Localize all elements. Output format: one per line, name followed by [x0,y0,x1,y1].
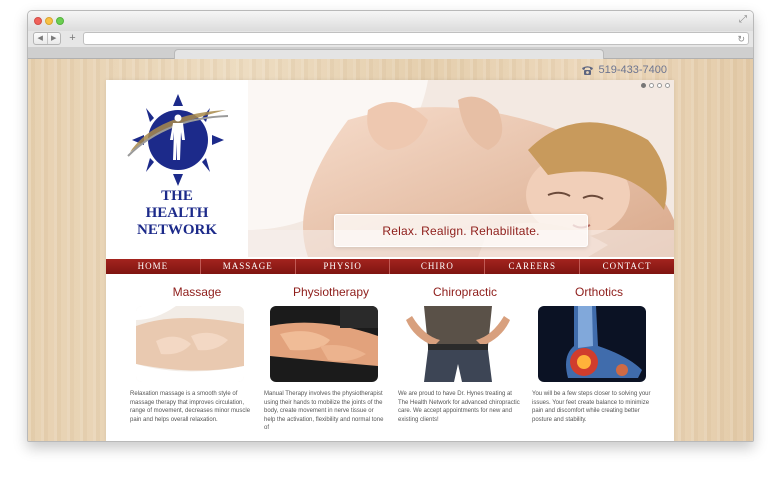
service-image-orthotics[interactable] [538,306,646,382]
nav-chiro[interactable]: CHIRO [389,259,484,274]
service-image-chiropractic[interactable] [404,306,512,382]
phone-number[interactable]: 519-433-7400 [581,64,667,76]
browser-toolbar: ◀ ▶ + ↻ [28,31,753,47]
title-bar: ⤢ [28,11,753,31]
services-section: Massage Relaxation massage is a smooth s… [106,284,674,441]
slide-dot-1[interactable] [641,83,646,88]
page-viewport: 519-433-7400 THE HEALTH NETWORK Relax. R… [28,59,753,441]
hero-caption: Relax. Realign. Rehabilitate. [334,214,588,247]
nav-home[interactable]: HOME [106,259,200,274]
reload-icon[interactable]: ↻ [737,33,745,45]
address-bar[interactable]: ↻ [83,32,749,45]
nav-massage[interactable]: MASSAGE [199,259,295,274]
back-button[interactable]: ◀ [34,33,47,44]
service-description-chiropractic: We are proud to have Dr. Hynes treating … [398,391,520,423]
service-orthotics: Orthotics You will be a few steps closer… [532,284,666,441]
service-description-orthotics: You will be a few steps closer to solvin… [532,391,651,423]
slide-dot-3[interactable] [657,83,662,88]
main-navigation: HOME MASSAGE PHYSIO CHIRO CAREERS CONTAC… [106,259,674,274]
nav-physio[interactable]: PHYSIO [294,259,390,274]
service-chiropractic: Chiropractic We are proud to have Dr. Hy… [398,284,532,441]
logo-wordmark: THE HEALTH NETWORK [106,188,248,239]
service-title-chiropractic[interactable]: Chiropractic [398,284,532,300]
browser-window: ⤢ ◀ ▶ + ↻ 519-433-7400 THE HEALTH NETWOR… [27,10,754,442]
service-title-massage[interactable]: Massage [130,284,264,300]
telephone-icon [582,65,594,75]
logo-line-2: HEALTH [145,205,209,221]
logo-line-1: THE [161,188,193,204]
service-image-massage[interactable] [136,306,244,382]
logo[interactable]: THE HEALTH NETWORK [106,80,248,257]
nav-contact[interactable]: CONTACT [579,259,674,274]
slide-indicators [641,83,670,88]
health-network-logo-icon [127,94,229,186]
slide-dot-2[interactable] [649,83,654,88]
hero-tagline: Relax. Realign. Rehabilitate. [382,223,540,238]
zoom-window-button[interactable] [56,17,64,25]
browser-tab[interactable] [174,49,604,59]
forward-button[interactable]: ▶ [46,33,61,44]
nav-careers[interactable]: CAREERS [484,259,579,274]
website: THE HEALTH NETWORK Relax. Realign. Rehab… [106,80,674,441]
phone-number-text: 519-433-7400 [598,64,667,76]
service-image-physiotherapy[interactable] [270,306,378,382]
hero-slideshow[interactable]: Relax. Realign. Rehabilitate. [248,80,674,257]
slide-dot-4[interactable] [665,83,670,88]
service-title-orthotics[interactable]: Orthotics [532,284,666,300]
service-title-physiotherapy[interactable]: Physiotherapy [264,284,398,300]
new-tab-button[interactable]: + [66,32,79,45]
service-physiotherapy: Physiotherapy Manual Therapy involves th… [264,284,398,441]
minimize-window-button[interactable] [45,17,53,25]
service-massage: Massage Relaxation massage is a smooth s… [130,284,264,441]
tab-strip [28,47,753,59]
history-nav: ◀ ▶ [33,32,61,45]
logo-line-3: NETWORK [136,222,217,238]
fullscreen-icon[interactable]: ⤢ [739,14,747,26]
service-description-physiotherapy: Manual Therapy involves the physiotherap… [264,391,384,432]
close-window-button[interactable] [34,17,42,25]
service-description-massage: Relaxation massage is a smooth style of … [130,391,251,423]
